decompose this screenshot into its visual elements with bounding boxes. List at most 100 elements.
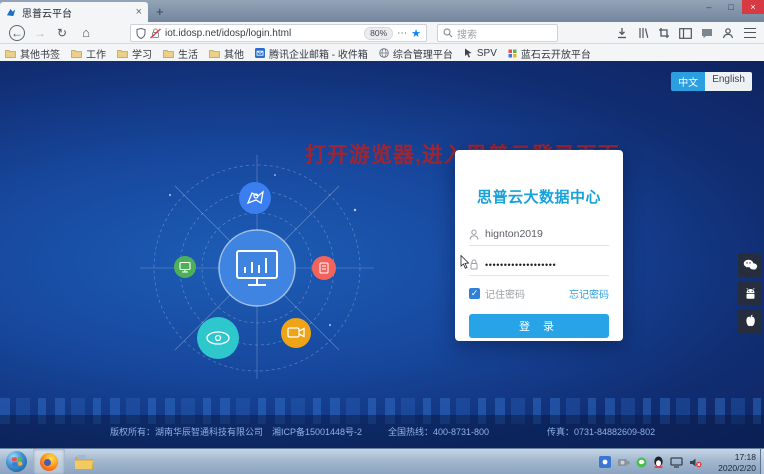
toolbar-icons: [616, 24, 734, 42]
password-value[interactable]: •••••••••••••••••••: [485, 260, 556, 270]
show-desktop-button[interactable]: [760, 449, 764, 474]
footer-hotline: 全国热线：400-8731-800: [388, 425, 489, 438]
bookmark-label[interactable]: 综合管理平台: [393, 46, 453, 61]
lock-icon: [469, 259, 479, 270]
window-maximize-button[interactable]: □: [720, 0, 742, 14]
forgot-password-link[interactable]: 忘记密码: [569, 286, 609, 301]
messenger-bubble-icon[interactable]: [701, 28, 713, 39]
tray-device-icon[interactable]: [617, 457, 630, 467]
remember-label[interactable]: 记住密码: [485, 286, 525, 301]
menu-icon[interactable]: [744, 28, 756, 38]
android-button[interactable]: [738, 281, 762, 305]
back-button[interactable]: ←: [9, 25, 25, 41]
tab-title: 思普云平台: [22, 5, 131, 20]
bookmark-label[interactable]: 蓝石云开放平台: [521, 46, 591, 61]
login-title: 思普云大数据中心: [469, 186, 609, 207]
system-tray: [599, 449, 702, 474]
window-minimize-button[interactable]: –: [698, 0, 720, 14]
globe-icon: [379, 48, 389, 58]
remember-row: ✓ 记住密码 忘记密码: [469, 286, 609, 301]
search-icon: [443, 28, 453, 38]
orbit-graphic: [130, 155, 380, 380]
tab-close-icon[interactable]: ×: [136, 6, 142, 18]
tray-wechat-icon[interactable]: [636, 457, 647, 468]
lang-chinese-button[interactable]: 中文: [671, 72, 705, 91]
username-field[interactable]: hignton2019: [469, 228, 609, 246]
windows-logo-icon: [11, 457, 22, 467]
taskbar: 17:18 2020/2/20: [0, 448, 764, 474]
taskbar-firefox-button[interactable]: [33, 449, 65, 474]
password-field[interactable]: •••••••••••••••••••: [469, 259, 609, 276]
bookmark-folder-other-bookmarks[interactable]: 其他书签: [5, 46, 60, 61]
bookmark-label[interactable]: 学习: [132, 46, 152, 61]
tray-volume-muted-icon[interactable]: [689, 457, 702, 468]
window-controls: – □ ×: [698, 0, 764, 14]
monitor-eye-circle: [197, 317, 239, 359]
tray-display-icon[interactable]: [670, 457, 683, 468]
explorer-folder-icon: [74, 454, 94, 470]
mail-icon: [255, 48, 265, 58]
browser-tab-active[interactable]: 思普云平台 ×: [0, 2, 148, 22]
footer-copyright: 版权所有：湖南华辰智通科技有限公司 湘ICP备15001448号-2: [110, 425, 362, 438]
start-button[interactable]: [6, 451, 27, 472]
search-placeholder[interactable]: 搜索: [457, 26, 477, 41]
login-button[interactable]: 登 录: [469, 314, 609, 338]
tray-qq-icon[interactable]: [653, 456, 664, 468]
android-icon: [744, 287, 757, 300]
bookmark-lanshi-cloud[interactable]: 蓝石云开放平台: [508, 46, 591, 61]
taskbar-explorer-button[interactable]: [68, 449, 100, 474]
bookmark-tencent-mail[interactable]: 腾讯企业邮箱 - 收件箱: [255, 46, 368, 61]
insecure-lock-icon[interactable]: [150, 28, 161, 39]
url-text[interactable]: iot.idosp.net/idosp/login.html: [165, 28, 360, 39]
bookmark-folder-study[interactable]: 学习: [117, 46, 152, 61]
folder-icon: [71, 49, 82, 58]
firefox-icon: [40, 453, 58, 471]
search-bar[interactable]: 搜索: [437, 24, 558, 42]
bookmark-folder-life[interactable]: 生活: [163, 46, 198, 61]
mouse-cursor-icon: [460, 255, 470, 269]
page-zoom-indicator[interactable]: 80%: [364, 27, 393, 40]
apple-icon: [744, 314, 757, 328]
footer-fax: 传真：0731-84882609-802: [547, 425, 655, 438]
user-icon: [469, 229, 479, 240]
username-value[interactable]: hignton2019: [485, 228, 543, 240]
window-close-button[interactable]: ×: [742, 0, 764, 14]
bookmark-label[interactable]: 腾讯企业邮箱 - 收件箱: [269, 46, 368, 61]
side-float-buttons: [738, 253, 762, 333]
bookmark-label[interactable]: 工作: [86, 46, 106, 61]
language-toggle: 中文 English: [671, 72, 752, 91]
wechat-button[interactable]: [738, 253, 762, 277]
bookmark-star-icon[interactable]: ★: [411, 27, 421, 40]
tray-notification-icon[interactable]: [599, 456, 611, 468]
bookmark-spv[interactable]: SPV: [464, 48, 497, 59]
page-viewport: 打开游览器,进入思普云登录页面 中文 English: [0, 61, 764, 448]
tracking-shield-icon[interactable]: [136, 28, 146, 39]
remember-checkbox[interactable]: ✓: [469, 288, 480, 299]
forward-button[interactable]: →: [31, 26, 49, 40]
apple-button[interactable]: [738, 309, 762, 333]
browser-navbar: ← → ↻ ⌂ iot.idosp.net/idosp/login.html 8…: [0, 22, 764, 44]
taskbar-clock[interactable]: 17:18 2020/2/20: [718, 452, 756, 473]
sidebar-icon[interactable]: [679, 28, 692, 39]
url-bar[interactable]: iot.idosp.net/idosp/login.html 80% ⋯ ★: [130, 24, 427, 42]
lang-english-button[interactable]: English: [705, 72, 752, 91]
bookmark-label[interactable]: 生活: [178, 46, 198, 61]
reload-button[interactable]: ↻: [53, 26, 71, 40]
home-button[interactable]: ⌂: [77, 25, 95, 40]
library-icon[interactable]: [637, 27, 649, 39]
site-favicon-icon: [6, 7, 17, 18]
bookmark-folder-misc[interactable]: 其他: [209, 46, 244, 61]
bookmark-label[interactable]: 其他书签: [20, 46, 60, 61]
bookmark-folder-work[interactable]: 工作: [71, 46, 106, 61]
downloads-icon[interactable]: [616, 27, 628, 39]
bookmarks-bar: 其他书签 工作 学习 生活 其他 腾讯企业邮箱 - 收件箱: [0, 45, 764, 61]
folder-icon: [163, 49, 174, 58]
account-icon[interactable]: [722, 27, 734, 39]
bookmark-management-platform[interactable]: 综合管理平台: [379, 46, 453, 61]
new-tab-button[interactable]: +: [156, 4, 164, 19]
screenshot-icon[interactable]: [658, 27, 670, 39]
bookmark-label[interactable]: SPV: [477, 48, 497, 59]
page-actions-icon[interactable]: ⋯: [397, 28, 407, 39]
screen: 思普云平台 × + – □ × ← → ↻ ⌂ iot.idosp.net/id…: [0, 0, 764, 474]
bookmark-label[interactable]: 其他: [224, 46, 244, 61]
